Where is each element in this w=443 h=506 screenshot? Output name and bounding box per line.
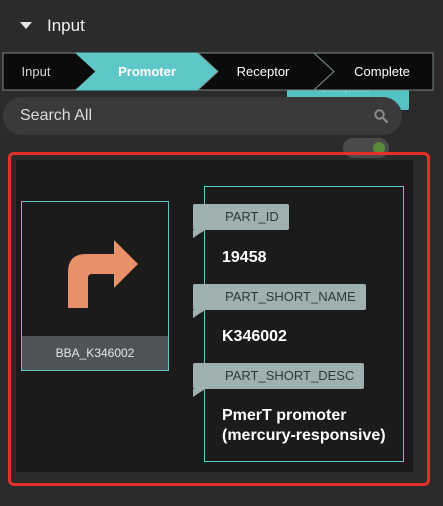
- collapse-triangle-icon[interactable]: [20, 22, 32, 29]
- step-complete[interactable]: Complete: [336, 52, 428, 91]
- step-progress-bar: Input Promoter Receptor Complete: [2, 52, 434, 91]
- search-icon[interactable]: [374, 109, 388, 123]
- step-receptor[interactable]: Receptor: [218, 52, 308, 91]
- step-promoter[interactable]: Promoter: [97, 52, 197, 91]
- search-input[interactable]: Search All: [20, 97, 92, 135]
- section-title: Input: [47, 16, 85, 35]
- step-input[interactable]: Input: [6, 52, 66, 91]
- section-header[interactable]: Input: [0, 0, 443, 52]
- search-bar[interactable]: Search All: [3, 97, 402, 135]
- selection-highlight: [8, 152, 430, 486]
